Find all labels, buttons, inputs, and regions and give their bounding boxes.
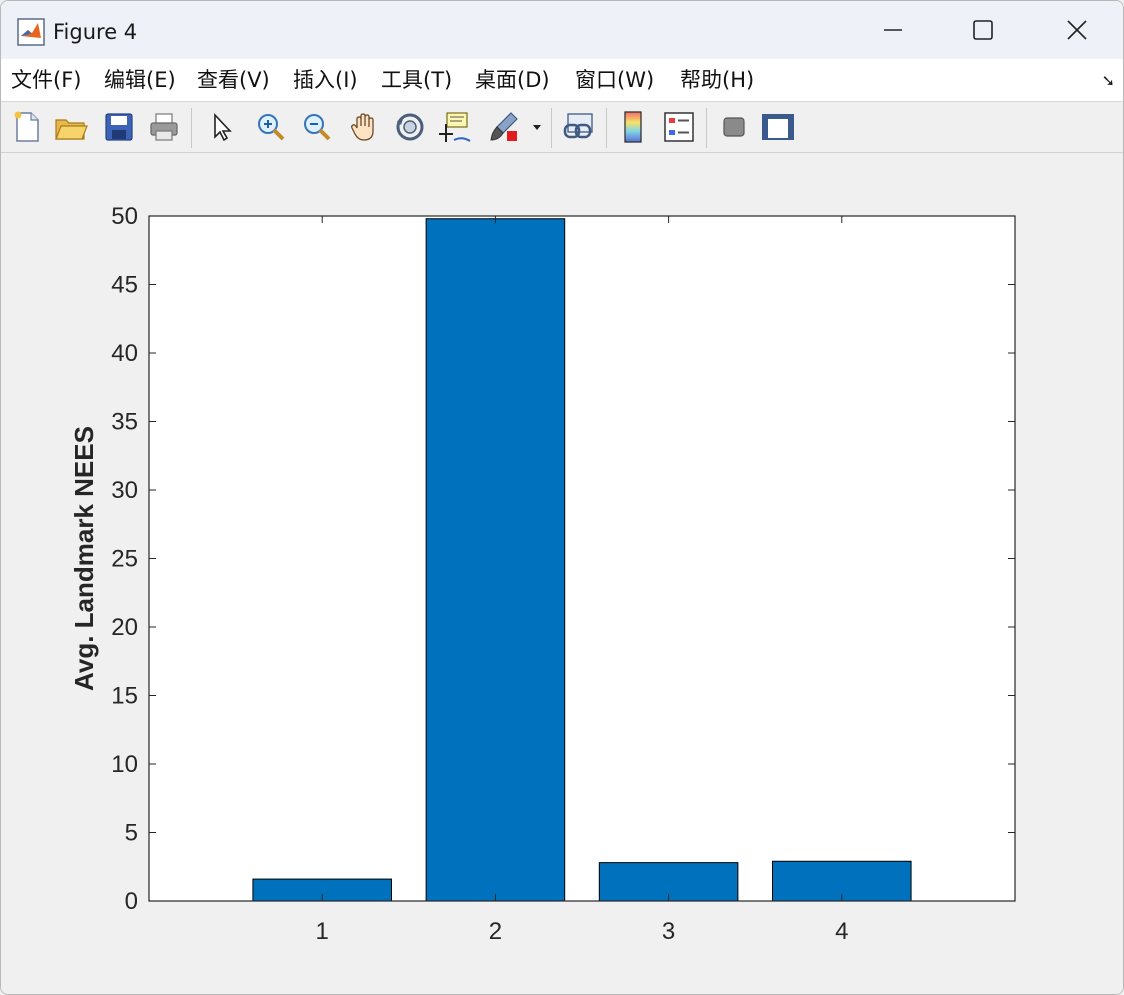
toolbar-separator [706,108,707,148]
figure-canvas[interactable]: 0 5 10 15 20 25 30 35 40 45 50 1 2 3 4 Avg. Landmark N… [1,153,1123,994]
data-cursor-button[interactable] [437,108,473,146]
close-icon [1067,20,1087,40]
link-plot-button[interactable] [561,108,597,146]
open-button[interactable] [53,108,89,146]
zoom-out-icon [304,114,331,141]
menu-desktop[interactable]: 桌面(D) [475,67,550,93]
menu-window[interactable]: 窗口(W) [575,67,654,93]
zoom-out-button[interactable] [299,108,335,146]
menu-view[interactable]: 查看(V) [197,67,270,93]
hide-plot-tools-icon [723,117,745,137]
y-tick-label: 10 [111,751,138,778]
y-tick-label: 45 [111,272,138,299]
y-tick-label: 35 [111,409,138,436]
minimize-button[interactable] [847,1,939,59]
bar-2 [425,218,566,902]
menu-bar: 文件(F) 编辑(E) 查看(V) 插入(I) 工具(T) 桌面(D) 窗口(W… [1,59,1123,102]
figure-toolbar [1,102,1123,153]
maximize-icon [973,20,993,40]
window-title: Figure 4 [53,20,138,44]
print-button[interactable] [146,108,182,146]
x-tick-label: 3 [662,918,675,945]
close-button[interactable] [1031,1,1123,59]
pan-button[interactable] [346,108,382,146]
maximize-button[interactable] [937,1,1029,59]
toolbar-separator [606,108,607,148]
brush-icon [490,112,518,141]
show-plot-tools-button[interactable] [760,108,796,146]
y-tick-label: 50 [111,203,138,230]
zoom-in-button[interactable] [253,108,289,146]
y-axis-label: Avg. Landmark NEES [69,426,99,691]
bar-chart: 0 5 10 15 20 25 30 35 40 45 50 1 2 3 4 Avg. Landmark N… [69,203,1016,945]
title-bar: Figure 4 [1,1,1123,59]
legend-button[interactable] [661,108,697,146]
axes-background [149,216,1015,901]
new-figure-icon [14,111,39,142]
figure-window: Figure 4 文件(F) 编辑(E) 查看(V) 插入(I) 工具(T) 桌… [0,0,1124,995]
matlab-logo-icon [17,18,45,46]
colorbar-icon [624,111,642,143]
y-tick-label: 30 [111,477,138,504]
print-icon [150,113,178,141]
link-plot-icon [563,113,593,139]
dock-arrow-icon[interactable]: ➘ [1102,71,1115,90]
data-cursor-icon [439,112,471,142]
hide-plot-tools-button[interactable] [716,108,752,146]
y-tick-label: 25 [111,546,138,573]
brush-dropdown-button[interactable] [529,108,545,146]
menu-file[interactable]: 文件(F) [11,67,81,93]
chevron-down-icon [533,125,541,130]
minimize-icon [884,29,902,31]
pan-hand-icon [351,113,374,141]
menu-tools[interactable]: 工具(T) [381,67,452,93]
select-arrow-icon [214,112,232,142]
toolbar-separator [191,108,192,148]
brush-button[interactable] [486,108,522,146]
menu-help[interactable]: 帮助(H) [680,67,754,93]
show-plot-tools-icon [762,114,794,140]
rotate-3d-icon [396,113,424,141]
rotate-3d-button[interactable] [392,108,428,146]
zoom-in-icon [258,114,285,141]
y-tick-label: 15 [111,683,138,710]
select-button[interactable] [203,108,239,146]
new-figure-button[interactable] [9,108,45,146]
toolbar-separator [551,108,552,148]
x-tick-label: 2 [489,918,502,945]
x-tick-label: 4 [835,918,848,945]
save-icon [105,113,133,141]
x-tick-label: 1 [316,918,329,945]
y-tick-label: 40 [111,340,138,367]
y-tick-label: 5 [125,820,138,847]
y-tick-label: 0 [125,888,138,915]
colorbar-button[interactable] [615,108,651,146]
y-tick-label: 20 [111,614,138,641]
legend-icon [664,112,694,142]
save-button[interactable] [101,108,137,146]
open-icon [55,119,88,140]
menu-insert[interactable]: 插入(I) [293,67,358,93]
menu-edit[interactable]: 编辑(E) [104,67,176,93]
